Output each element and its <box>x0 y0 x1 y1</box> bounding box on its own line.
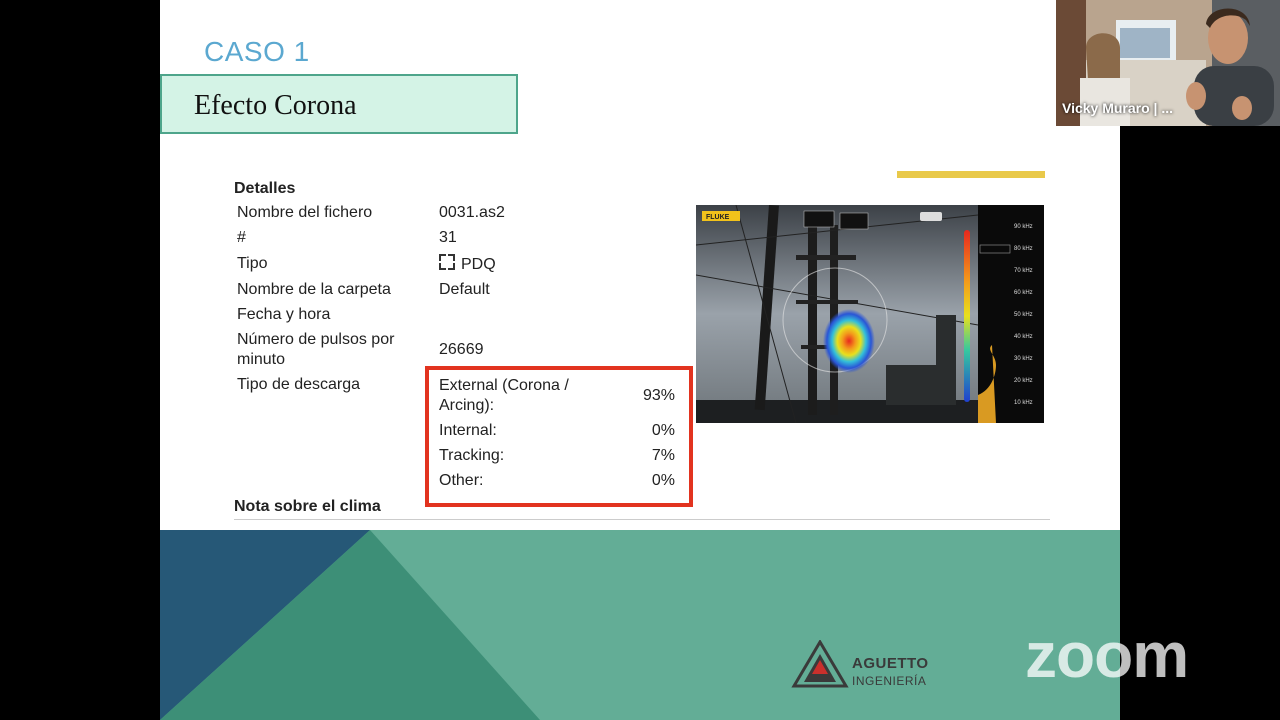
discharge-value-other: 0% <box>651 472 675 489</box>
case-label: CASO 1 <box>204 36 310 67</box>
scale-tick: 20 kHz <box>1014 378 1033 384</box>
row-value-folder: Default <box>439 281 490 298</box>
brand-label: FLUKE <box>706 214 730 221</box>
row-value-number: 31 <box>439 229 457 246</box>
scale-tick: 60 kHz <box>1014 290 1033 296</box>
slide-title: Efecto Corona <box>194 90 357 121</box>
decorative-footer <box>160 530 1120 720</box>
weather-note-heading: Nota sobre el clima <box>234 498 381 515</box>
type-value-text: PDQ <box>461 256 496 273</box>
details-heading: Detalles <box>234 180 296 197</box>
pdq-icon <box>439 254 455 270</box>
scale-tick: 80 kHz <box>1014 246 1033 252</box>
zoom-watermark: zoom <box>1025 619 1189 691</box>
row-label-type: Tipo <box>237 255 268 272</box>
scale-tick: 90 kHz <box>1014 224 1033 230</box>
scale-tick: 10 kHz <box>1014 400 1033 406</box>
discharge-label-internal: Internal: <box>439 422 497 439</box>
divider <box>234 519 1050 520</box>
row-value-type: PDQ <box>439 254 496 275</box>
row-label-folder: Nombre de la carpeta <box>237 281 391 298</box>
row-label-pulses: Número de pulsos por minuto <box>237 331 395 368</box>
participant-name: Vicky Muraro | ... <box>1062 100 1174 116</box>
logo-line1: AGUETTO <box>852 655 929 672</box>
participant-video[interactable]: Vicky Muraro | ... <box>1056 0 1280 126</box>
row-value-pulses: 26669 <box>439 341 484 358</box>
accent-bar <box>897 171 1045 178</box>
row-label-number: # <box>237 229 246 246</box>
scale-tick: 70 kHz <box>1014 268 1033 274</box>
row-label-datetime: Fecha y hora <box>237 306 331 323</box>
discharge-value-external: 93% <box>642 387 675 404</box>
presentation-slide: CASO 1 Efecto Corona Detalles Nombre del… <box>160 0 1120 720</box>
acoustic-camera-image: FLUKE 90 kHz 80 kHz 70 kHz 60 kHz 50 kHz… <box>696 205 1044 423</box>
row-value-filename: 0031.as2 <box>439 204 505 221</box>
row-label-filename: Nombre del fichero <box>237 204 373 221</box>
scale-tick: 40 kHz <box>1014 334 1033 340</box>
discharge-highlight-box: External (Corona / Arcing): 93% Internal… <box>425 366 693 507</box>
scale-tick: 50 kHz <box>1014 312 1033 318</box>
discharge-label-external: External (Corona / Arcing): <box>439 377 569 414</box>
logo-line2: INGENIERÍA <box>852 674 927 688</box>
slide-title-box: Efecto Corona <box>160 74 518 134</box>
discharge-value-tracking: 7% <box>651 447 675 464</box>
row-label-discharge: Tipo de descarga <box>237 376 361 393</box>
scale-tick: 30 kHz <box>1014 356 1033 362</box>
discharge-value-internal: 0% <box>651 422 675 439</box>
discharge-label-other: Other: <box>439 472 484 489</box>
discharge-label-tracking: Tracking: <box>439 447 505 464</box>
